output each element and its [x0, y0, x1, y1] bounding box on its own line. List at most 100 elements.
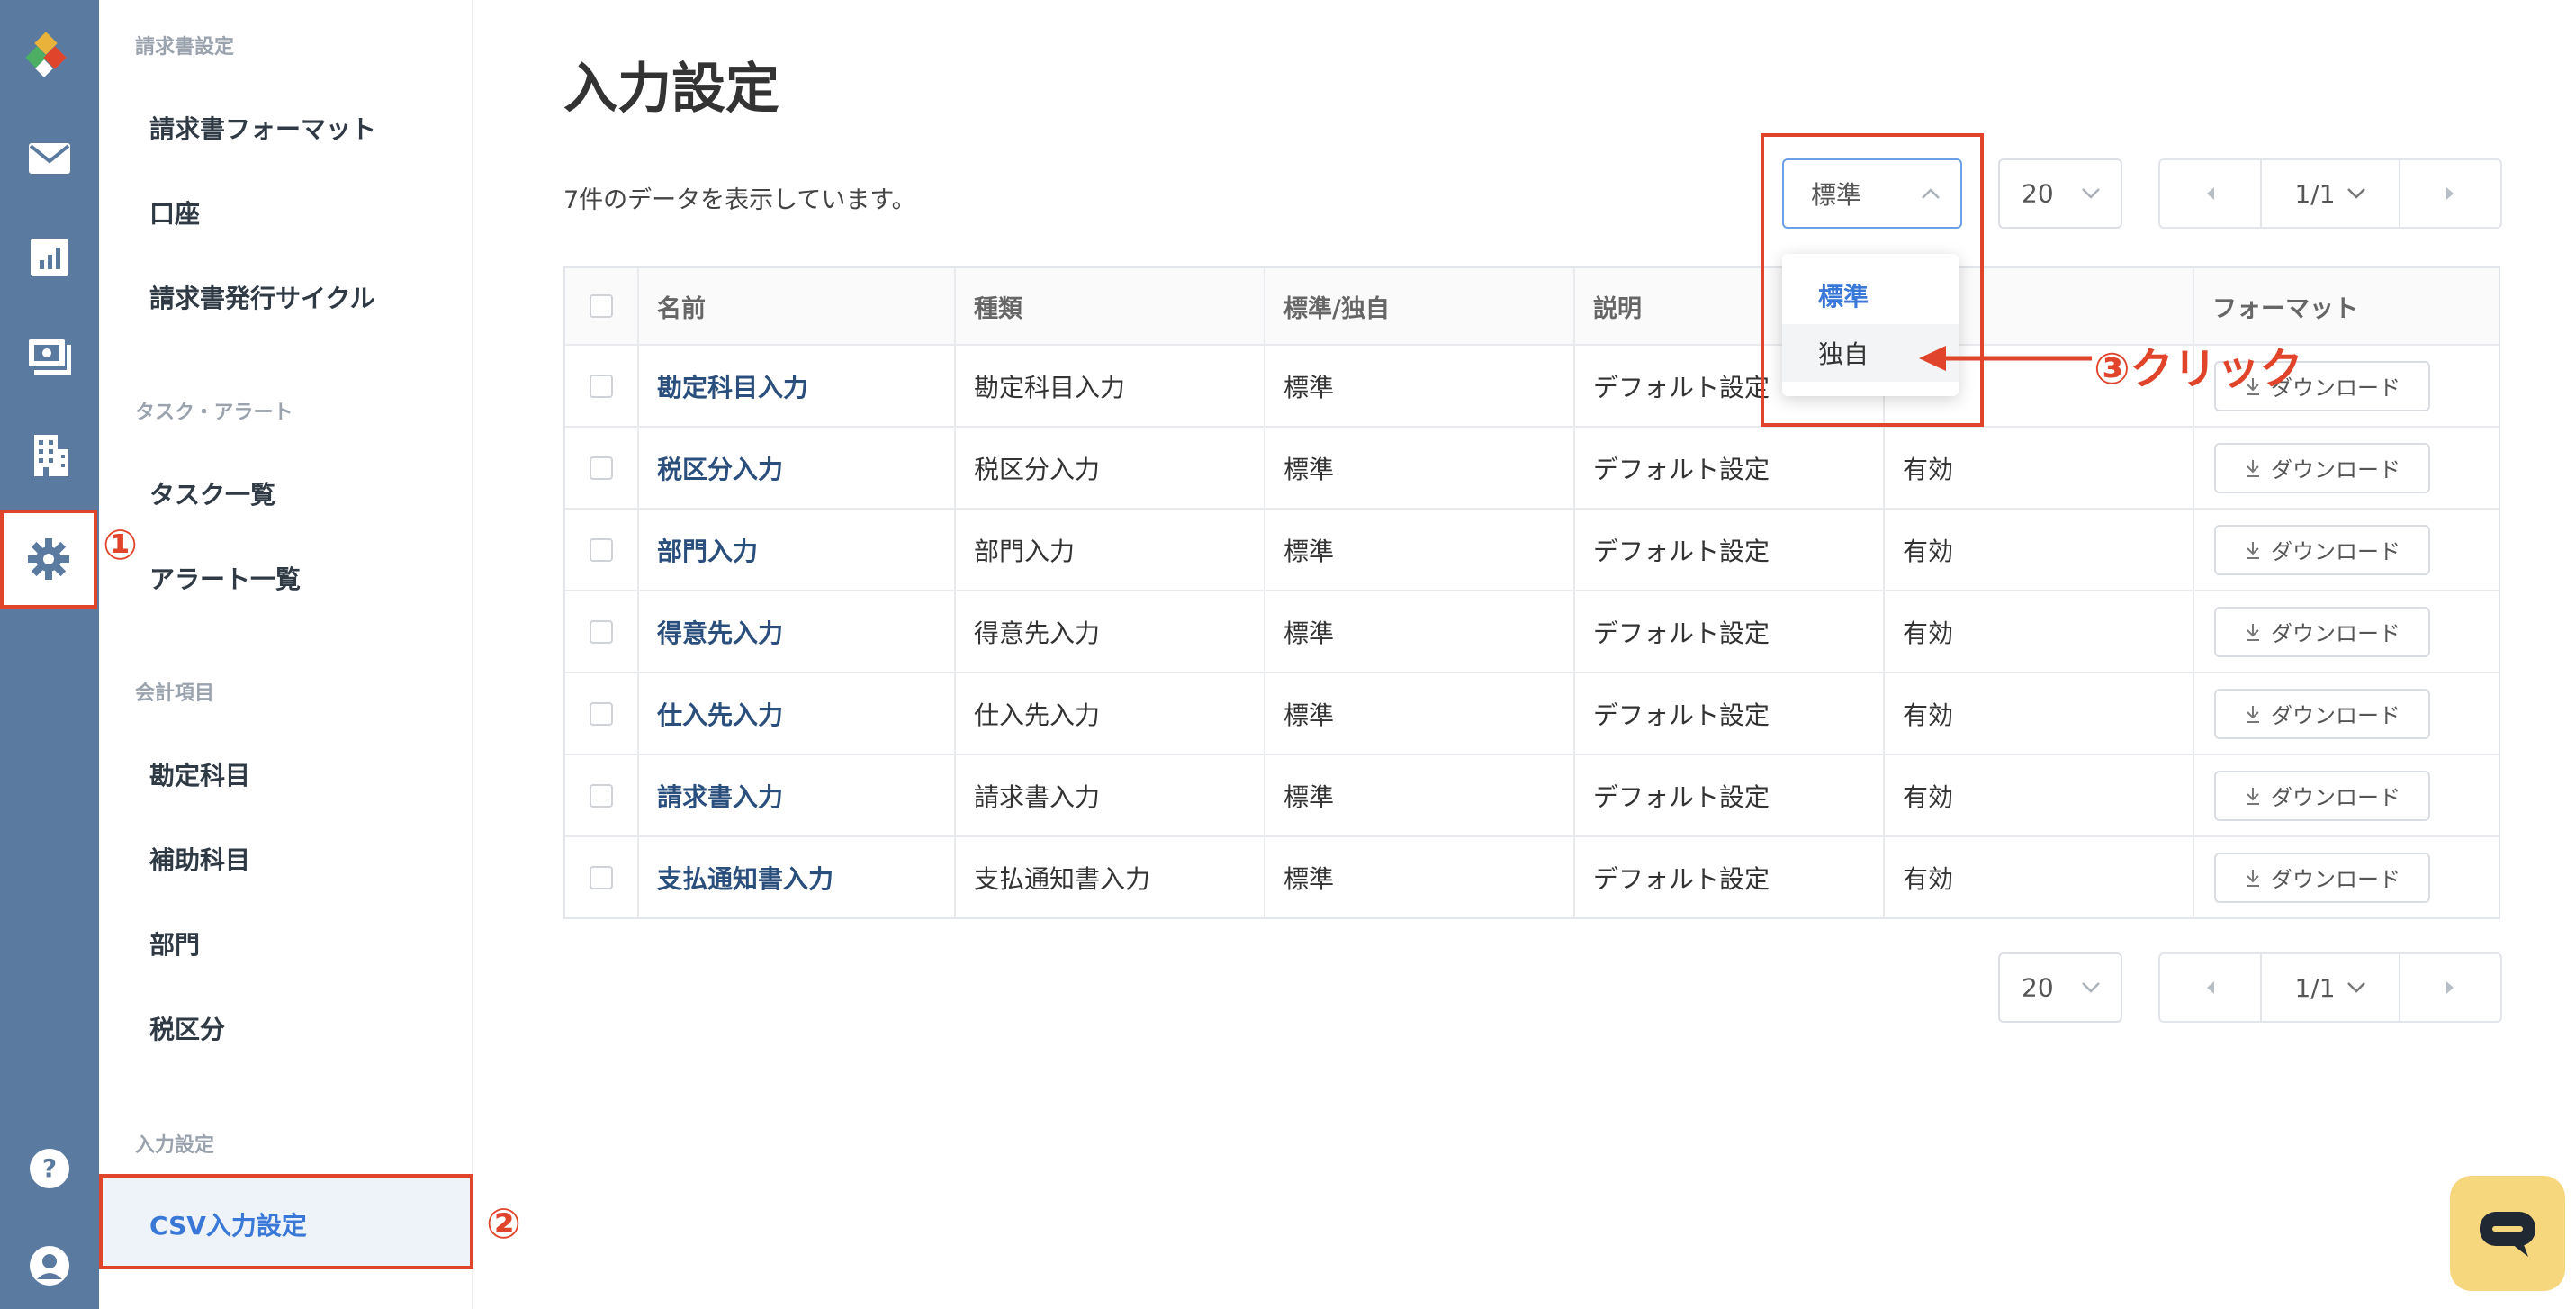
menu-item-account[interactable]: 口座: [149, 194, 200, 230]
row-format-cell: ダウンロード: [2193, 837, 2502, 917]
row-description-cell: デフォルト設定: [1573, 837, 1883, 917]
row-type-cell-text: 支払通知書入力: [974, 863, 1151, 894]
row-type-cell-text: 仕入先入力: [974, 700, 1101, 730]
payment-icon[interactable]: [0, 311, 99, 402]
download-button[interactable]: ダウンロード: [2214, 442, 2430, 493]
record-count-text: 7件のデータを表示しています。: [563, 186, 916, 214]
row-format-cell: ダウンロード: [2193, 591, 2502, 672]
row-description-cell: デフォルト設定: [1573, 428, 1883, 508]
menu-item-departments[interactable]: 部門: [149, 925, 200, 961]
table-row: 税区分入力 税区分入力 標準 デフォルト設定 有効 ダウンロード: [565, 426, 2499, 508]
page-size-select[interactable]: 20: [1998, 158, 2122, 229]
row-checkbox[interactable]: [590, 865, 613, 889]
row-name-link[interactable]: 勘定科目入力: [657, 368, 808, 404]
row-description-cell: デフォルト設定: [1573, 510, 1883, 590]
row-status-cell-text: 有効: [1903, 536, 1954, 566]
row-status-cell: 有効: [1883, 837, 2193, 917]
icon-rail: ?: [0, 0, 99, 1309]
row-status-cell: 有効: [1883, 591, 2193, 672]
download-icon: [2247, 459, 2259, 477]
download-button-label: ダウンロード: [2271, 457, 2400, 483]
download-button[interactable]: ダウンロード: [2214, 852, 2430, 903]
row-name-link[interactable]: 支払通知書入力: [657, 860, 833, 896]
logo-icon[interactable]: [0, 11, 99, 101]
download-button-label: ダウンロード: [2271, 621, 2400, 646]
header-standard-custom[interactable]: 標準/独自: [1264, 268, 1573, 344]
row-format-cell: ダウンロード: [2193, 510, 2502, 590]
page-size-value: 20: [2022, 178, 2054, 209]
row-checkbox[interactable]: [590, 701, 613, 726]
section-label-accounting: 会計項目: [135, 682, 215, 705]
bottom-page-size-value: 20: [2022, 972, 2054, 1003]
page-selector[interactable]: 1/1: [2260, 160, 2400, 227]
annotation-highlight-dropdown: [1761, 133, 1984, 427]
row-name-link[interactable]: 請求書入力: [657, 778, 783, 814]
chart-icon[interactable]: [0, 212, 99, 302]
settings-side-menu: 請求書設定 請求書フォーマット 口座 請求書発行サイクル タスク・アラート タス…: [99, 0, 473, 1309]
download-button[interactable]: ダウンロード: [2214, 688, 2430, 739]
row-standard-cell-text: 標準: [1283, 618, 1335, 648]
row-type-cell: 税区分入力: [954, 428, 1264, 508]
row-type-cell: 支払通知書入力: [954, 837, 1264, 917]
select-all-checkbox[interactable]: [590, 294, 613, 318]
download-button[interactable]: ダウンロード: [2214, 524, 2430, 575]
row-type-cell: 請求書入力: [954, 755, 1264, 835]
row-standard-cell: 標準: [1264, 428, 1573, 508]
menu-item-invoice-cycle[interactable]: 請求書発行サイクル: [149, 279, 375, 315]
mail-icon[interactable]: [0, 113, 99, 203]
download-button[interactable]: ダウンロード: [2214, 770, 2430, 821]
row-name-link[interactable]: 部門入力: [657, 532, 758, 568]
row-name-link[interactable]: 税区分入力: [657, 450, 783, 486]
row-standard-cell-text: 標準: [1283, 863, 1335, 894]
download-button[interactable]: ダウンロード: [2214, 606, 2430, 657]
row-select-cell: [565, 673, 637, 754]
row-select-cell: [565, 428, 637, 508]
header-select-all: [565, 268, 637, 344]
menu-item-tax-categories[interactable]: 税区分: [149, 1010, 225, 1046]
menu-item-account-titles[interactable]: 勘定科目: [149, 756, 250, 792]
next-page-button[interactable]: [2400, 160, 2500, 227]
row-select-cell: [565, 591, 637, 672]
bottom-page-size-select[interactable]: 20: [1998, 952, 2122, 1023]
row-type-cell: 部門入力: [954, 510, 1264, 590]
building-icon[interactable]: [0, 411, 99, 501]
row-description-cell: デフォルト設定: [1573, 591, 1883, 672]
row-standard-cell-text: 標準: [1283, 372, 1335, 402]
chat-button[interactable]: [2450, 1176, 2565, 1291]
row-checkbox[interactable]: [590, 456, 613, 480]
caret-right-icon: [2446, 187, 2454, 200]
annotation-step-3: ③クリック: [2094, 344, 2303, 394]
arrow-left-icon: [1919, 346, 2092, 371]
row-status-cell-text: 有効: [1903, 781, 1954, 812]
header-name[interactable]: 名前: [637, 268, 954, 344]
prev-page-button[interactable]: [2160, 160, 2260, 227]
menu-item-task-list[interactable]: タスク一覧: [149, 475, 275, 511]
bottom-next-page-button[interactable]: [2400, 954, 2500, 1021]
row-checkbox[interactable]: [590, 374, 613, 398]
menu-item-sub-accounts[interactable]: 補助科目: [149, 841, 250, 877]
download-icon: [2247, 541, 2259, 559]
page-label: 1/1: [2294, 178, 2336, 209]
row-name-link[interactable]: 得意先入力: [657, 614, 783, 650]
download-icon: [2247, 869, 2259, 887]
row-checkbox[interactable]: [590, 619, 613, 644]
help-icon[interactable]: ?: [0, 1124, 99, 1214]
row-status-cell-text: 有効: [1903, 618, 1954, 648]
row-status-cell-text: 有効: [1903, 863, 1954, 894]
row-name-link[interactable]: 仕入先入力: [657, 696, 783, 732]
download-button-label: ダウンロード: [2271, 539, 2400, 564]
row-type-cell-text: 勘定科目入力: [974, 372, 1126, 402]
bottom-prev-page-button[interactable]: [2160, 954, 2260, 1021]
row-checkbox[interactable]: [590, 783, 613, 808]
menu-item-alert-list[interactable]: アラート一覧: [149, 560, 301, 596]
row-checkbox[interactable]: [590, 537, 613, 562]
row-name-cell: 勘定科目入力: [637, 346, 954, 426]
menu-item-invoice-format[interactable]: 請求書フォーマット: [149, 110, 376, 146]
row-type-cell: 得意先入力: [954, 591, 1264, 672]
user-icon[interactable]: [0, 1221, 99, 1309]
row-description-cell-text: デフォルト設定: [1593, 454, 1770, 484]
row-description-cell-text: デフォルト設定: [1593, 781, 1770, 812]
bottom-page-selector[interactable]: 1/1: [2260, 954, 2400, 1021]
gear-icon[interactable]: [0, 510, 97, 609]
header-type[interactable]: 種類: [954, 268, 1264, 344]
